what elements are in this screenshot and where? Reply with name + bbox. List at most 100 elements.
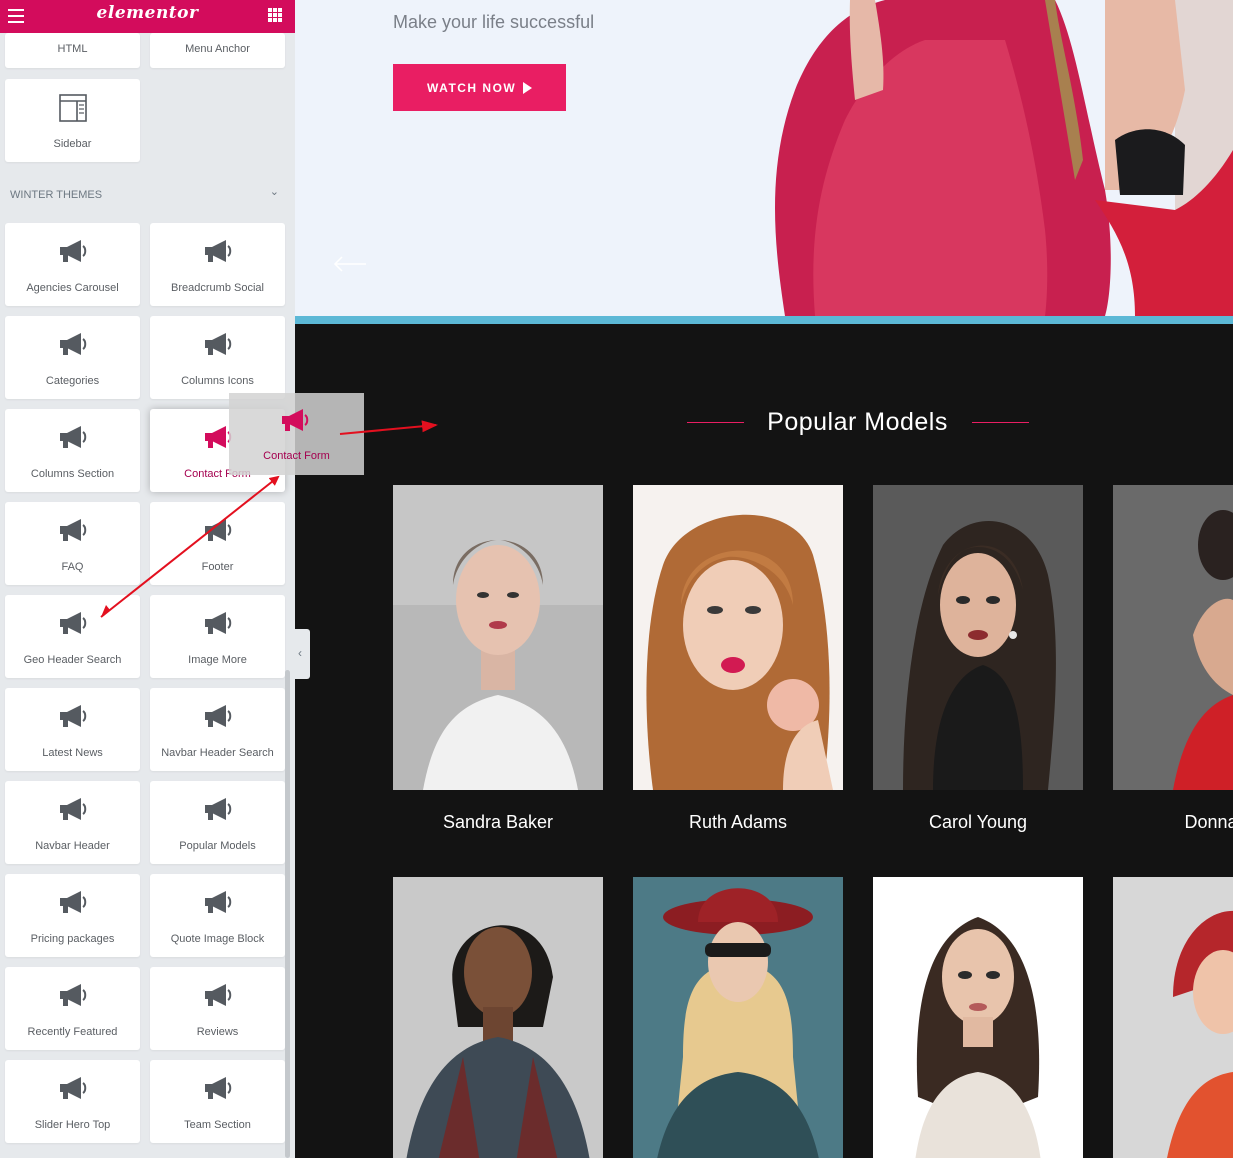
- model-photo: [633, 877, 843, 1158]
- model-photo: [393, 485, 603, 790]
- widget-navbar-header-search[interactable]: Navbar Header Search: [150, 688, 285, 771]
- model-photo: [873, 877, 1083, 1158]
- widget-pricing-packages[interactable]: Pricing packages: [5, 874, 140, 957]
- widget-label: Reviews: [196, 1026, 239, 1038]
- widget-slider-hero-top[interactable]: Slider Hero Top: [5, 1060, 140, 1143]
- megaphone-icon: [60, 426, 87, 448]
- widget-label: Team Section: [184, 1119, 251, 1131]
- megaphone-icon: [60, 519, 87, 541]
- widget-breadcrumb-social[interactable]: Breadcrumb Social: [150, 223, 285, 306]
- model-photo: [1113, 877, 1233, 1158]
- widget-navbar-header[interactable]: Navbar Header: [5, 781, 140, 864]
- widget-team-section[interactable]: Team Section: [150, 1060, 285, 1143]
- model-photo: [873, 485, 1083, 790]
- button-label: WATCH NOW: [427, 81, 517, 95]
- megaphone-icon: [60, 240, 87, 262]
- widget-label: Latest News: [42, 747, 103, 759]
- megaphone-icon: [60, 891, 87, 913]
- model-photo: [633, 485, 843, 790]
- model-name: Ruth Adams: [688, 812, 788, 832]
- model-photo: [1113, 485, 1233, 790]
- section-winter-themes[interactable]: WINTER THEMES ⌄: [10, 185, 285, 201]
- widget-sidebar[interactable]: Sidebar: [5, 79, 140, 162]
- widget-geo-header-search[interactable]: Geo Header Search: [5, 595, 140, 678]
- widget-label: Recently Featured: [27, 1026, 118, 1038]
- panel-header: elementor: [0, 0, 295, 33]
- section-divider: [295, 316, 1233, 324]
- widget-label: Quote Image Block: [170, 933, 265, 945]
- megaphone-icon: [205, 612, 232, 634]
- widget-label: Pricing packages: [30, 933, 115, 945]
- widget-label: Agencies Carousel: [26, 282, 119, 294]
- panel-scrollbar[interactable]: [285, 670, 290, 1158]
- megaphone-icon: [60, 798, 87, 820]
- hero-section: Make your life successful WATCH NOW: [295, 0, 1233, 316]
- widget-popular-models[interactable]: Popular Models: [150, 781, 285, 864]
- chevron-down-icon[interactable]: ⌄: [270, 185, 279, 198]
- hero-subtitle: Make your life successful: [393, 12, 595, 32]
- chevron-left-icon: ‹: [298, 646, 302, 660]
- widget-label: Columns Icons: [181, 375, 254, 387]
- widget-label: Categories: [45, 375, 100, 387]
- widget-columns-section[interactable]: Columns Section: [5, 409, 140, 492]
- megaphone-icon: [205, 333, 232, 355]
- widget-label: Navbar Header: [35, 840, 110, 852]
- widget-label: Geo Header Search: [23, 654, 122, 666]
- widget-quote-image-block[interactable]: Quote Image Block: [150, 874, 285, 957]
- widget-label: FAQ: [61, 561, 84, 573]
- widget-footer[interactable]: Footer: [150, 502, 285, 585]
- model-name: Carol Young: [928, 812, 1028, 832]
- widget-label: Columns Section: [30, 468, 115, 480]
- widget-label: Slider Hero Top: [34, 1119, 111, 1131]
- title-rule-right: [972, 422, 1029, 423]
- widget-reviews[interactable]: Reviews: [150, 967, 285, 1050]
- megaphone-icon: [60, 612, 87, 634]
- drag-preview-label: Contact Form: [263, 450, 330, 462]
- widget-agencies-carousel[interactable]: Agencies Carousel: [5, 223, 140, 306]
- widget-label: Footer: [201, 561, 234, 573]
- megaphone-icon: [205, 705, 232, 727]
- editor-canvas: Make your life successful WATCH NOW Popu…: [295, 0, 1233, 1158]
- model-photo: [393, 877, 603, 1158]
- widget-columns-icons[interactable]: Columns Icons: [150, 316, 285, 399]
- elementor-panel: elementor HTML Menu Anchor Sidebar WINTE…: [0, 0, 295, 1158]
- widget-label: HTML: [57, 43, 88, 55]
- widget-label: Breadcrumb Social: [171, 282, 264, 294]
- widget-label: Sidebar: [53, 138, 92, 150]
- megaphone-icon: [60, 333, 87, 355]
- widget-html[interactable]: HTML: [5, 33, 140, 68]
- widget-label: Popular Models: [179, 840, 256, 852]
- megaphone-icon: [205, 891, 232, 913]
- model-name: Sandra Baker: [442, 812, 554, 832]
- watch-now-button[interactable]: WATCH NOW: [393, 64, 566, 111]
- model-name: Donna: [1184, 812, 1233, 832]
- collapse-panel-button[interactable]: ‹: [295, 629, 310, 679]
- widget-image-more[interactable]: Image More: [150, 595, 285, 678]
- popular-models-section: Popular Models Sandra Baker Ruth Adams C…: [295, 324, 1233, 1158]
- widget-latest-news[interactable]: Latest News: [5, 688, 140, 771]
- widget-label: Menu Anchor: [185, 43, 250, 55]
- elementor-logo: elementor: [96, 3, 199, 23]
- megaphone-icon: [205, 240, 232, 262]
- widget-faq[interactable]: FAQ: [5, 502, 140, 585]
- megaphone-icon: [60, 984, 87, 1006]
- megaphone-icon: [205, 798, 232, 820]
- widget-menu-anchor[interactable]: Menu Anchor: [150, 33, 285, 68]
- megaphone-icon: [60, 1077, 87, 1099]
- grid-apps-icon[interactable]: [268, 8, 282, 22]
- arrow-left-icon[interactable]: [332, 254, 368, 274]
- hero-image: [755, 0, 1233, 316]
- megaphone-icon: [205, 519, 232, 541]
- widget-recently-featured[interactable]: Recently Featured: [5, 967, 140, 1050]
- megaphone-icon: [282, 409, 309, 431]
- drag-preview-contact-form[interactable]: Contact Form: [229, 393, 364, 475]
- section-title: WINTER THEMES: [10, 189, 103, 201]
- play-icon: [523, 82, 532, 94]
- megaphone-icon: [205, 984, 232, 1006]
- sidebar-layout-icon: [59, 94, 87, 122]
- widget-categories[interactable]: Categories: [5, 316, 140, 399]
- megaphone-icon: [60, 705, 87, 727]
- megaphone-icon: [205, 1077, 232, 1099]
- section-title: Popular Models: [767, 408, 948, 436]
- widget-label: Image More: [188, 654, 247, 666]
